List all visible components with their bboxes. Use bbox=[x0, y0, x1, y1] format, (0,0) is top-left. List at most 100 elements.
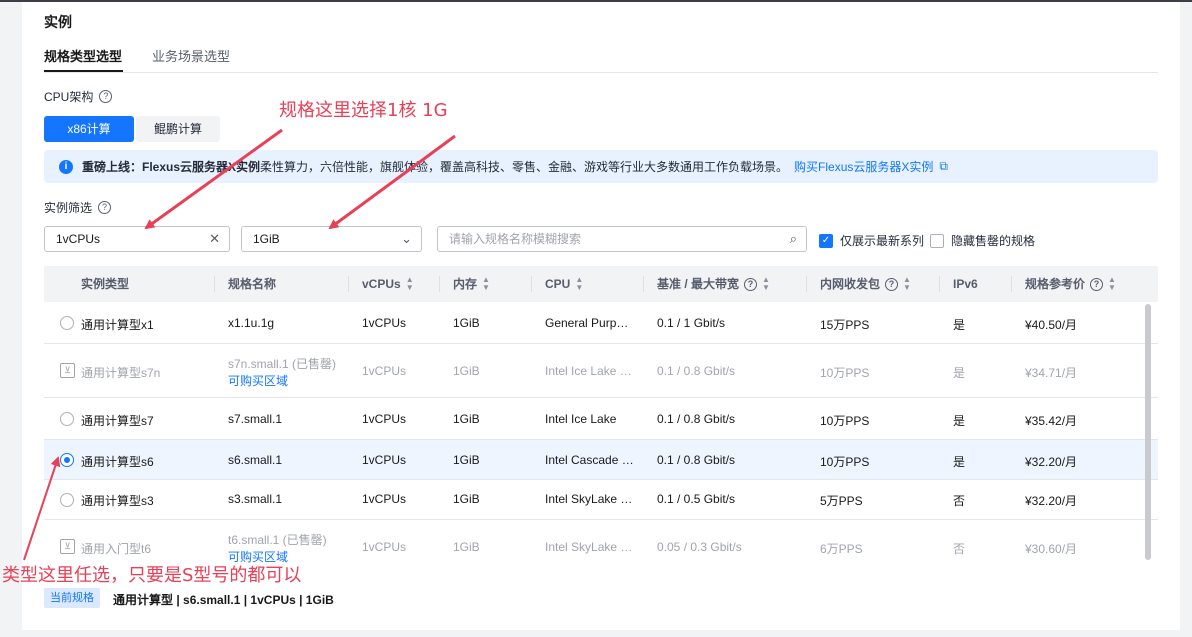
checkbox-unchecked-icon[interactable] bbox=[930, 233, 944, 248]
header-cpu[interactable]: CPU ▲ ▼ bbox=[545, 266, 583, 302]
row-radio-selected[interactable] bbox=[60, 453, 74, 467]
table-row[interactable]: 通用计算型s6 s6.small.1 1vCPUs 1GiB Intel Cas… bbox=[44, 440, 1158, 480]
header-pps[interactable]: 内网收发包? ▲ ▼ bbox=[820, 266, 911, 302]
cell-type: 通用计算型s7 bbox=[81, 414, 154, 428]
instance-card: 实例 规格类型选型 业务场景选型 CPU架构 ? x86计算 鲲鹏计算 i 重磅… bbox=[22, 2, 1180, 630]
memory-filter-value: 1GiB bbox=[253, 232, 280, 246]
cpu-arch-label: CPU架构 ? bbox=[44, 88, 113, 105]
current-spec-tag: 当前规格 bbox=[44, 588, 100, 608]
info-icon: i bbox=[59, 159, 73, 174]
column-separator bbox=[214, 276, 215, 292]
table-row[interactable]: 通用计算型s7 s7.small.1 1vCPUs 1GiB Intel Ice… bbox=[44, 398, 1158, 440]
sort-icon[interactable]: ▲ ▼ bbox=[575, 276, 583, 292]
table-scrollbar[interactable] bbox=[1145, 304, 1151, 560]
header-spec-name: 规格名称 bbox=[228, 266, 276, 302]
table-row: ⊻ 通用计算型s7n s7n.small.1 (已售罄) 可购买区域 1vCPU… bbox=[44, 344, 1158, 398]
cell-type: 通用计算型s6 bbox=[81, 455, 154, 469]
external-link-icon[interactable]: ⧉ bbox=[939, 159, 948, 174]
cell-cpu: Intel Ice Lake bbox=[545, 412, 617, 426]
clear-icon[interactable]: ✕ bbox=[209, 227, 220, 251]
cell-vcpus: 1vCPUs bbox=[362, 540, 407, 554]
cell-vcpus: 1vCPUs bbox=[362, 453, 407, 467]
notice-text: 柔性算力，六倍性能，旗舰体验，覆盖高科技、零售、金融、游戏等行业大多数通用工作负… bbox=[260, 160, 789, 174]
latest-only-checkbox[interactable]: ✓ 仅展示最新系列 bbox=[819, 232, 924, 249]
help-icon[interactable]: ? bbox=[99, 90, 113, 103]
cell-memory: 1GiB bbox=[453, 316, 480, 330]
cell-price: ¥32.20/月 bbox=[1025, 494, 1078, 508]
row-radio[interactable] bbox=[60, 412, 74, 426]
spec-search-placeholder: 请输入规格名称模糊搜索 bbox=[449, 232, 582, 246]
cell-spec: x1.1u.1g bbox=[228, 316, 275, 330]
sort-icon[interactable]: ▲ ▼ bbox=[903, 276, 911, 292]
header-instance-type: 实例类型 bbox=[81, 266, 129, 302]
sort-icon[interactable]: ▲ ▼ bbox=[1108, 276, 1116, 292]
tab-business-scenario[interactable]: 业务场景选型 bbox=[152, 46, 230, 65]
column-separator bbox=[643, 276, 644, 292]
row-radio[interactable] bbox=[60, 493, 74, 507]
help-icon[interactable]: ? bbox=[98, 201, 112, 214]
filter-label: 实例筛选 ? bbox=[44, 199, 112, 216]
cell-spec: s7n.small.1 (已售罄) bbox=[228, 357, 337, 371]
notice-banner: i 重磅上线：Flexus云服务器X实例 柔性算力，六倍性能，旗舰体验，覆盖高科… bbox=[44, 150, 1158, 183]
cell-vcpus: 1vCPUs bbox=[362, 364, 407, 378]
cell-pps: 10万PPS bbox=[820, 414, 870, 428]
cart-icon: ⊻ bbox=[60, 539, 75, 554]
search-icon[interactable]: ⌕ bbox=[790, 227, 797, 251]
cell-cpu: Intel Ice Lake … bbox=[545, 364, 632, 378]
filter-label-text: 实例筛选 bbox=[44, 201, 93, 215]
cpu-arch-label-text: CPU架构 bbox=[44, 90, 94, 104]
section-title: 实例 bbox=[44, 14, 72, 30]
spec-search-input[interactable]: 请输入规格名称模糊搜索 ⌕ bbox=[437, 226, 807, 252]
tab-spec-type[interactable]: 规格类型选型 bbox=[44, 46, 122, 65]
sort-icon[interactable]: ▲ ▼ bbox=[482, 276, 490, 292]
cpu-arch-kunpeng-button[interactable]: 鲲鹏计算 bbox=[136, 116, 220, 142]
memory-filter-select[interactable]: 1GiB ⌄ bbox=[241, 226, 422, 252]
cell-cpu: General Purp… bbox=[545, 316, 629, 330]
sort-icon[interactable]: ▲ ▼ bbox=[406, 276, 414, 292]
chevron-down-icon[interactable]: ⌄ bbox=[401, 227, 412, 251]
notice-link[interactable]: 购买Flexus云服务器X实例 bbox=[794, 158, 933, 175]
table-row: ⊻ 通用入门型t6 t6.small.1 (已售罄) 可购买区域 1vCPUs … bbox=[44, 520, 1158, 566]
cart-icon: ⊻ bbox=[60, 363, 75, 378]
vcpu-filter-select[interactable]: 1vCPUs ✕ bbox=[44, 226, 230, 252]
cell-spec: s7.small.1 bbox=[228, 412, 283, 426]
help-icon[interactable]: ? bbox=[885, 277, 899, 291]
cell-bandwidth: 0.1 / 0.8 Gbit/s bbox=[657, 412, 736, 426]
annotation-bottom-text: 类型这里任选，只要是S型号的都可以 bbox=[2, 565, 302, 586]
header-label: vCPUs bbox=[362, 277, 401, 291]
row-radio[interactable] bbox=[60, 316, 74, 330]
cpu-arch-x86-button[interactable]: x86计算 bbox=[44, 116, 134, 142]
notice-bold: 重磅上线：Flexus云服务器X实例 bbox=[82, 160, 261, 174]
table-row[interactable]: 通用计算型x1 x1.1u.1g 1vCPUs 1GiB General Pur… bbox=[44, 302, 1158, 344]
checkbox-checked-icon[interactable]: ✓ bbox=[819, 233, 833, 248]
header-price[interactable]: 规格参考价? ▲ ▼ bbox=[1025, 266, 1116, 302]
cell-bandwidth: 0.1 / 1 Gbit/s bbox=[657, 316, 726, 330]
latest-only-label: 仅展示最新系列 bbox=[840, 234, 925, 248]
header-vcpus[interactable]: vCPUs ▲ ▼ bbox=[362, 266, 414, 302]
help-icon[interactable]: ? bbox=[1090, 277, 1104, 291]
cell-vcpus: 1vCPUs bbox=[362, 316, 407, 330]
help-icon[interactable]: ? bbox=[744, 277, 758, 291]
cell-pps: 15万PPS bbox=[820, 318, 870, 332]
cell-ipv6: 是 bbox=[953, 414, 966, 428]
table-row[interactable]: 通用计算型s3 s3.small.1 1vCPUs 1GiB Intel Sky… bbox=[44, 480, 1158, 520]
header-ipv6: IPv6 bbox=[953, 266, 978, 302]
header-memory[interactable]: 内存 ▲ ▼ bbox=[453, 266, 490, 302]
cell-ipv6: 是 bbox=[953, 318, 966, 332]
cell-price: ¥35.42/月 bbox=[1025, 414, 1078, 428]
column-separator bbox=[348, 276, 349, 292]
cell-cpu: Intel SkyLake … bbox=[545, 492, 633, 506]
sort-icon[interactable]: ▲ ▼ bbox=[762, 276, 770, 292]
cell-cpu: Intel SkyLake … bbox=[545, 540, 633, 554]
cell-memory: 1GiB bbox=[453, 492, 480, 506]
hide-sold-out-checkbox[interactable]: 隐藏售罄的规格 bbox=[930, 232, 1035, 249]
header-bandwidth[interactable]: 基准 / 最大带宽? ▲ ▼ bbox=[657, 266, 770, 302]
cell-price: ¥40.50/月 bbox=[1025, 318, 1078, 332]
column-separator bbox=[806, 276, 807, 292]
cell-ipv6: 否 bbox=[953, 494, 966, 508]
cell-memory: 1GiB bbox=[453, 412, 480, 426]
hide-sold-out-label: 隐藏售罄的规格 bbox=[951, 234, 1036, 248]
cell-price: ¥34.71/月 bbox=[1025, 366, 1078, 380]
cell-bandwidth: 0.1 / 0.5 Gbit/s bbox=[657, 492, 736, 506]
available-region-link[interactable]: 可购买区域 bbox=[228, 372, 288, 389]
